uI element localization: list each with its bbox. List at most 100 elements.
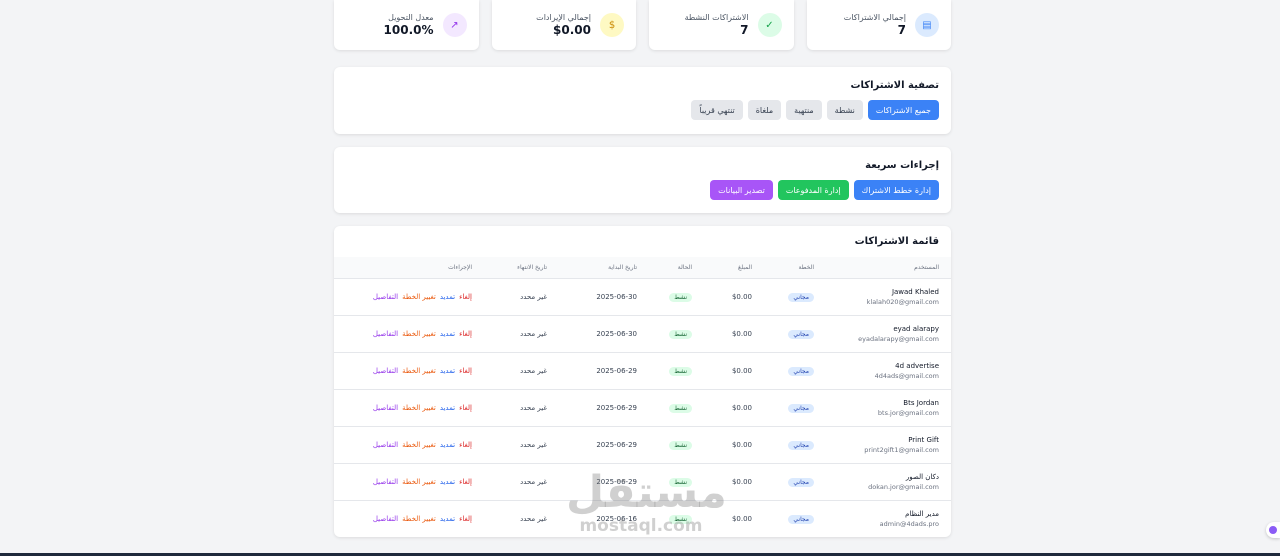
- filter-active-button[interactable]: نشطة: [826, 100, 863, 120]
- actions-cell: إلغاء تمديد تغيير الخطة التفاصيل: [334, 426, 484, 463]
- renew-link[interactable]: تمديد: [440, 515, 455, 523]
- stat-label: الاشتراكات النشطة: [684, 13, 749, 22]
- stat-text: معدل التحويل 100.0%: [384, 13, 434, 37]
- plan-badge: مجاني: [788, 292, 814, 302]
- plan-cell: مجاني: [764, 278, 826, 315]
- subscriptions-table: المستخدم الخطة المبلغ الحالة تاريخ البداية تا…: [334, 257, 951, 537]
- renew-link[interactable]: تمديد: [440, 478, 455, 486]
- change-plan-link[interactable]: تغيير الخطة: [402, 404, 436, 412]
- details-link[interactable]: التفاصيل: [373, 330, 398, 338]
- end-date-cell: غير محدد: [520, 329, 547, 338]
- status-badge: نشط: [669, 477, 692, 487]
- change-plan-link[interactable]: تغيير الخطة: [402, 367, 436, 375]
- details-link[interactable]: التفاصيل: [373, 515, 398, 523]
- user-cell: مدير النظام admin@4dads.pro: [826, 500, 951, 537]
- export-data-button[interactable]: تصدير البيانات: [710, 180, 773, 200]
- plan-cell: مجاني: [764, 352, 826, 389]
- header-start-date: تاريخ البداية: [608, 263, 637, 271]
- stat-label: إجمالي الاشتراكات: [843, 13, 906, 22]
- details-link[interactable]: التفاصيل: [373, 404, 398, 412]
- details-link[interactable]: التفاصيل: [373, 293, 398, 301]
- actions-cell: إلغاء تمديد تغيير الخطة التفاصيل: [334, 278, 484, 315]
- subscriptions-list-title: قائمة الاشتراكات: [854, 236, 939, 247]
- renew-link[interactable]: تمديد: [440, 330, 455, 338]
- user-name: Jawad Khaled: [891, 287, 939, 296]
- document-icon: ▤: [915, 13, 939, 37]
- floating-widget-button[interactable]: [1266, 522, 1280, 538]
- status-cell: نشط: [649, 389, 704, 426]
- manage-plans-button[interactable]: إدارة خطط الاشتراك: [853, 180, 939, 200]
- change-plan-link[interactable]: تغيير الخطة: [402, 515, 436, 523]
- filter-expiring-soon-button[interactable]: تنتهي قريباً: [691, 100, 743, 120]
- manage-payments-button[interactable]: إدارة المدفوعات: [777, 180, 849, 200]
- amount-cell: $0.00: [731, 366, 752, 375]
- actions-cell: إلغاء تمديد تغيير الخطة التفاصيل: [334, 500, 484, 537]
- amount-cell: $0.00: [731, 329, 752, 338]
- change-plan-link[interactable]: تغيير الخطة: [402, 330, 436, 338]
- status-badge: نشط: [669, 366, 692, 376]
- widget-icon: [1269, 526, 1277, 534]
- quick-actions-card: إجراءات سريعة إدارة خطط الاشتراك إدارة ال…: [334, 147, 951, 213]
- quick-actions-title: إجراءات سريعة: [865, 160, 939, 171]
- stat-text: إجمالي الإيرادات $0.00: [536, 13, 591, 37]
- start-date-cell: 2025-06-30: [596, 292, 637, 301]
- plan-badge: مجاني: [788, 514, 814, 524]
- change-plan-link[interactable]: تغيير الخطة: [402, 293, 436, 301]
- row-actions: إلغاء تمديد تغيير الخطة التفاصيل: [346, 293, 472, 301]
- details-link[interactable]: التفاصيل: [373, 441, 398, 449]
- renew-link[interactable]: تمديد: [440, 293, 455, 301]
- status-cell: نشط: [649, 352, 704, 389]
- amount-cell: $0.00: [731, 514, 752, 523]
- details-link[interactable]: التفاصيل: [373, 367, 398, 375]
- start-date-cell: 2025-06-29: [596, 440, 637, 449]
- cancel-link[interactable]: إلغاء: [459, 293, 472, 301]
- status-badge: نشط: [669, 440, 692, 450]
- renew-link[interactable]: تمديد: [440, 404, 455, 412]
- cancel-link[interactable]: إلغاء: [459, 515, 472, 523]
- filter-expired-button[interactable]: منتهية: [786, 100, 822, 120]
- end-date-cell: غير محدد: [520, 366, 547, 375]
- renew-link[interactable]: تمديد: [440, 441, 455, 449]
- filter-buttons: جميع الاشتراكات نشطة منتهية ملغاة تنتهي قريب…: [346, 100, 939, 120]
- details-link[interactable]: التفاصيل: [373, 478, 398, 486]
- filter-cancelled-button[interactable]: ملغاة: [747, 100, 782, 120]
- header-user: المستخدم: [914, 263, 939, 271]
- status-badge: نشط: [669, 403, 692, 413]
- end-date-cell: غير محدد: [520, 477, 547, 486]
- row-actions: إلغاء تمديد تغيير الخطة التفاصيل: [346, 515, 472, 523]
- plan-cell: مجاني: [764, 426, 826, 463]
- change-plan-link[interactable]: تغيير الخطة: [402, 478, 436, 486]
- dollar-icon: $: [600, 13, 624, 37]
- user-cell: دكان الصور dokan.jor@gmail.com: [826, 463, 951, 500]
- user-name: eyad alarapy: [893, 324, 939, 333]
- stat-text: الاشتراكات النشطة 7: [685, 13, 749, 37]
- renew-link[interactable]: تمديد: [440, 367, 455, 375]
- table-header-row: المستخدم الخطة المبلغ الحالة تاريخ البداية تا…: [334, 257, 951, 278]
- plan-cell: مجاني: [764, 500, 826, 537]
- table-row: Print Gift print2gift1@gmail.com مجاني $0.0…: [334, 426, 951, 463]
- table-row: 4d advertise 4d4ads@gmail.com مجاني $0.00 نش…: [334, 352, 951, 389]
- cancel-link[interactable]: إلغاء: [459, 330, 472, 338]
- user-email: dokan.jor@gmail.com: [868, 482, 939, 491]
- cancel-link[interactable]: إلغاء: [459, 367, 472, 375]
- table-row: eyad alarapy eyadalarapy@gmail.com مجاني $0…: [334, 315, 951, 352]
- user-cell: Print Gift print2gift1@gmail.com: [826, 426, 951, 463]
- status-cell: نشط: [649, 426, 704, 463]
- user-name: 4d advertise: [895, 361, 939, 370]
- cancel-link[interactable]: إلغاء: [459, 478, 472, 486]
- end-date-cell: غير محدد: [520, 403, 547, 412]
- user-name: Print Gift: [908, 435, 939, 444]
- stat-card: ✓ الاشتراكات النشطة 7: [649, 0, 794, 50]
- user-cell: Bts Jordan bts.jor@gmail.com: [826, 389, 951, 426]
- cancel-link[interactable]: إلغاء: [459, 441, 472, 449]
- stat-card: ▤ إجمالي الاشتراكات 7: [806, 0, 951, 50]
- cancel-link[interactable]: إلغاء: [459, 404, 472, 412]
- plan-cell: مجاني: [764, 389, 826, 426]
- user-email: 4d4ads@gmail.com: [874, 371, 939, 380]
- filter-all-button[interactable]: جميع الاشتراكات: [867, 100, 939, 120]
- change-plan-link[interactable]: تغيير الخطة: [402, 441, 436, 449]
- header-amount: المبلغ: [738, 263, 752, 271]
- plan-badge: مجاني: [788, 366, 814, 376]
- row-actions: إلغاء تمديد تغيير الخطة التفاصيل: [346, 367, 472, 375]
- plan-badge: مجاني: [788, 440, 814, 450]
